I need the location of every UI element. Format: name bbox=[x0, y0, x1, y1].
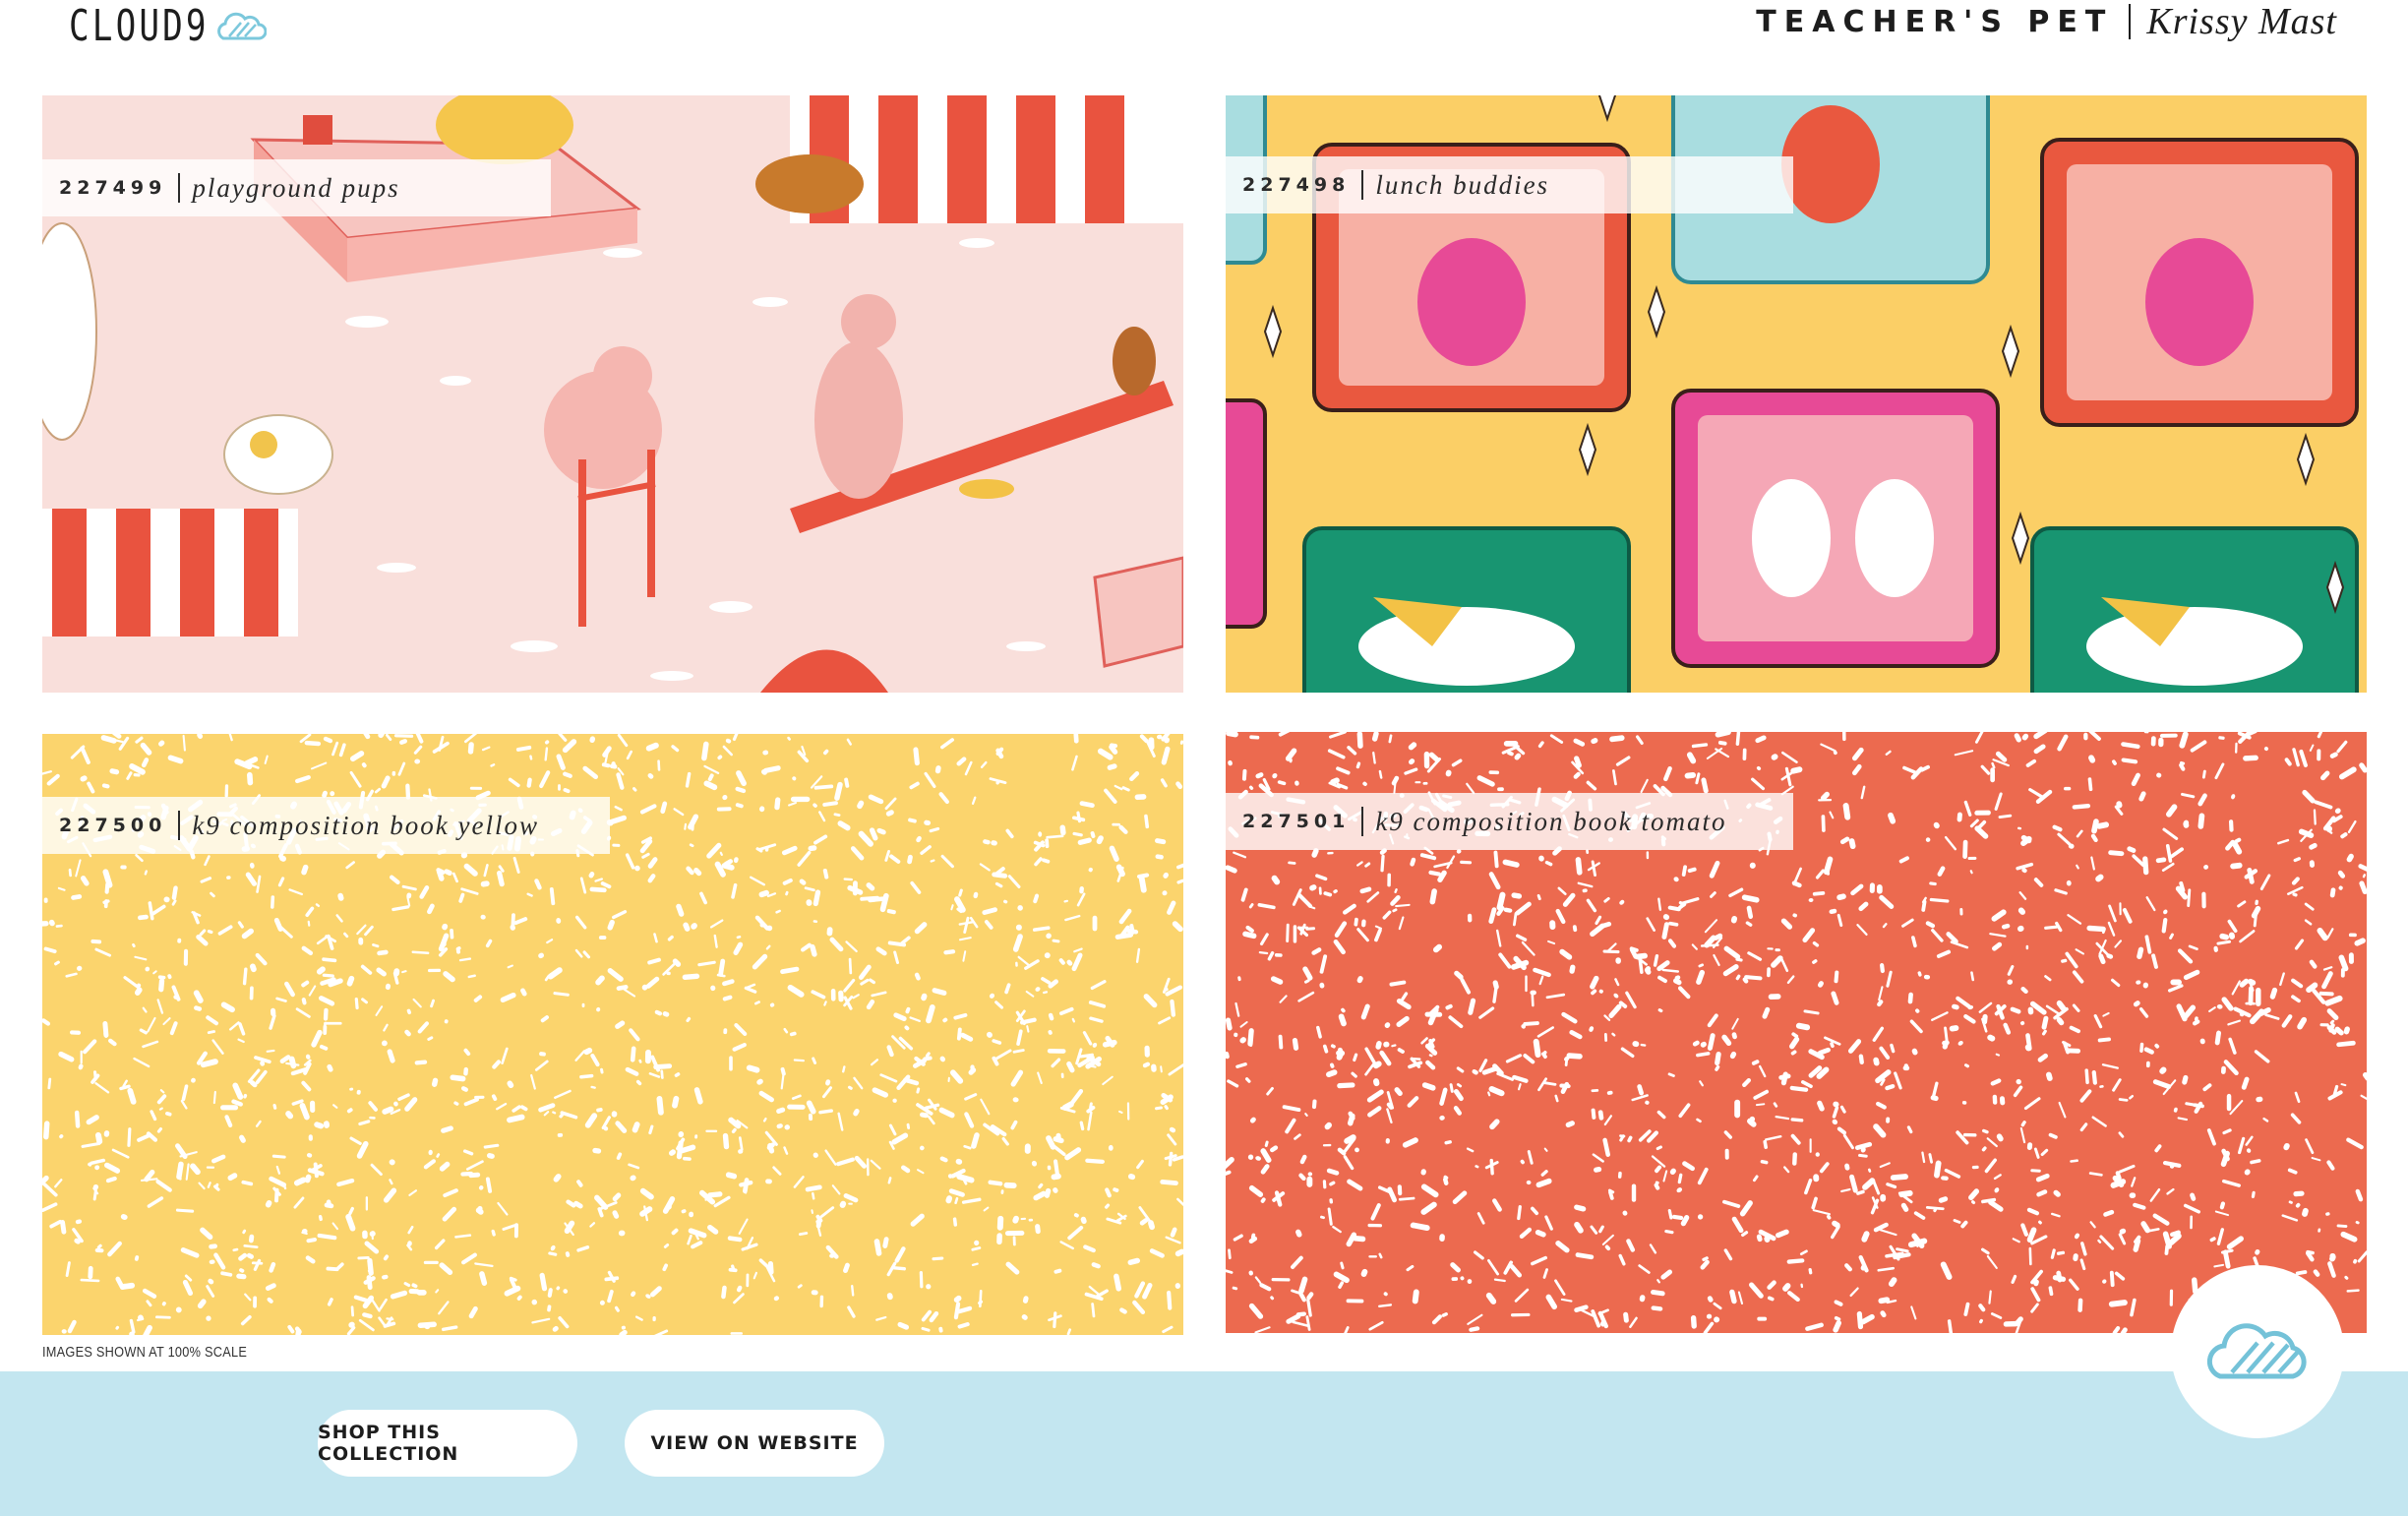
fabric-swatch-k9-composition-yellow[interactable]: 227500 k9 composition book yellow bbox=[42, 734, 1183, 1335]
brand-logo[interactable]: CLOUD9 bbox=[69, 2, 267, 51]
view-website-button[interactable]: VIEW ON WEBSITE bbox=[625, 1410, 884, 1477]
swatch-label: 227499 playground pups bbox=[42, 159, 551, 216]
collection-title: TEACHER'S PET Krissy Mast bbox=[1756, 0, 2337, 43]
fabric-swatch-playground-pups[interactable]: 227499 playground pups bbox=[42, 95, 1183, 693]
label-divider bbox=[178, 173, 181, 203]
label-divider bbox=[1361, 807, 1364, 836]
scale-note: IMAGES SHOWN AT 100% SCALE bbox=[42, 1344, 248, 1361]
fabric-swatch-k9-composition-tomato[interactable]: 227501 k9 composition book tomato bbox=[1226, 732, 2367, 1333]
label-divider bbox=[178, 811, 181, 840]
cloud-icon bbox=[217, 12, 267, 40]
brand-name: CLOUD9 bbox=[69, 1, 210, 51]
swatch-sku: 227498 bbox=[1242, 174, 1351, 196]
cloud-icon bbox=[2206, 1323, 2307, 1379]
swatch-name: k9 composition book tomato bbox=[1375, 806, 1727, 836]
swatch-name: playground pups bbox=[192, 172, 400, 203]
label-divider bbox=[1361, 170, 1364, 200]
fabric-swatch-lunch-buddies[interactable]: 227498 lunch buddies bbox=[1226, 95, 2367, 693]
swatch-sku: 227499 bbox=[59, 177, 167, 199]
collection-name: TEACHER'S PET bbox=[1756, 4, 2114, 39]
cloud9-badge[interactable] bbox=[2171, 1265, 2344, 1438]
footer-bar: SHOP THIS COLLECTION VIEW ON WEBSITE bbox=[0, 1371, 2408, 1516]
swatch-name: lunch buddies bbox=[1375, 169, 1550, 200]
swatch-sku: 227500 bbox=[59, 815, 167, 836]
swatch-sku: 227501 bbox=[1242, 811, 1351, 832]
swatch-label: 227498 lunch buddies bbox=[1226, 156, 1793, 213]
designer-name: Krissy Mast bbox=[2146, 1, 2337, 42]
title-divider bbox=[2129, 4, 2132, 39]
swatch-label: 227500 k9 composition book yellow bbox=[42, 797, 610, 854]
swatch-name: k9 composition book yellow bbox=[192, 810, 540, 840]
swatch-label: 227501 k9 composition book tomato bbox=[1226, 793, 1793, 850]
shop-collection-button[interactable]: SHOP THIS COLLECTION bbox=[318, 1410, 577, 1477]
